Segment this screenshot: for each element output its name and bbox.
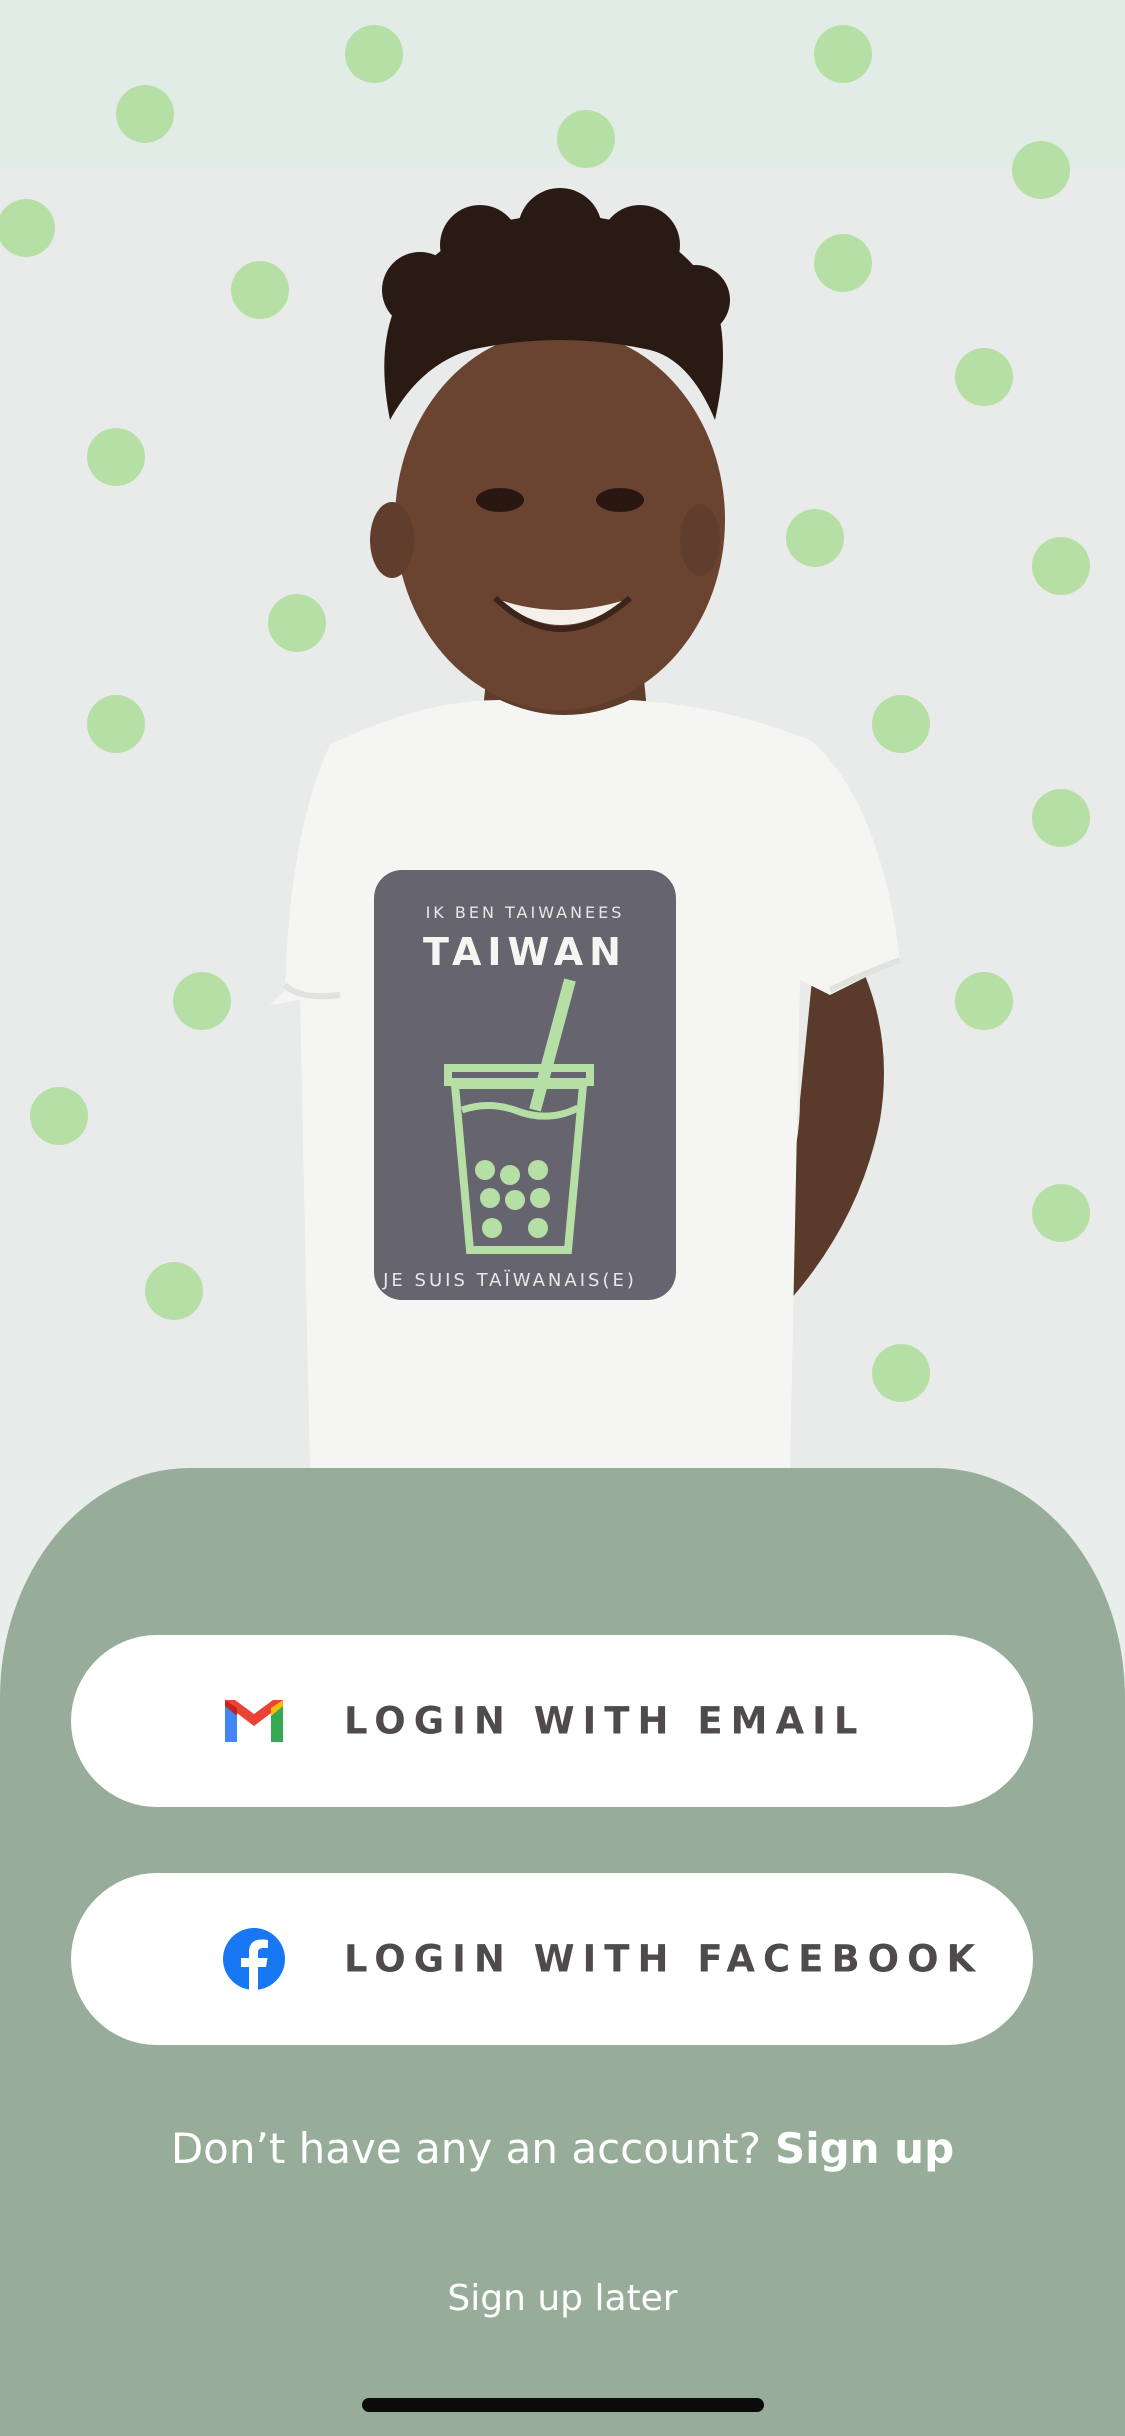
login-with-email-button[interactable]: LOGIN WITH EMAIL: [71, 1635, 1033, 1807]
sign-up-link[interactable]: Sign up: [775, 2124, 954, 2173]
signup-prompt-text: Don’t have any an account?: [170, 2124, 761, 2173]
login-with-email-label: LOGIN WITH EMAIL: [344, 1699, 866, 1743]
login-with-facebook-button[interactable]: LOGIN WITH FACEBOOK: [71, 1873, 1033, 2045]
gmail-icon: [221, 1688, 287, 1754]
shirt-top-text: IK BEN TAIWANEES: [426, 903, 625, 922]
signup-prompt-line: Don’t have any an account? Sign up: [0, 2124, 1125, 2184]
facebook-icon: [221, 1926, 287, 1992]
home-indicator: [362, 2398, 764, 2412]
child-in-taiwan-tshirt: IK BEN TAIWANEES TAIWAN JE SUIS TAÏWANAI…: [270, 188, 902, 1470]
shirt-title: TAIWAN: [423, 930, 627, 974]
sign-up-later-link[interactable]: Sign up later: [0, 2278, 1125, 2319]
shirt-bottom-text: JE SUIS TAÏWANAIS(E): [382, 1270, 637, 1291]
hero-image: IK BEN TAIWANEES TAIWAN JE SUIS TAÏWANAI…: [0, 0, 1125, 1480]
login-with-facebook-label: LOGIN WITH FACEBOOK: [344, 1937, 984, 1981]
